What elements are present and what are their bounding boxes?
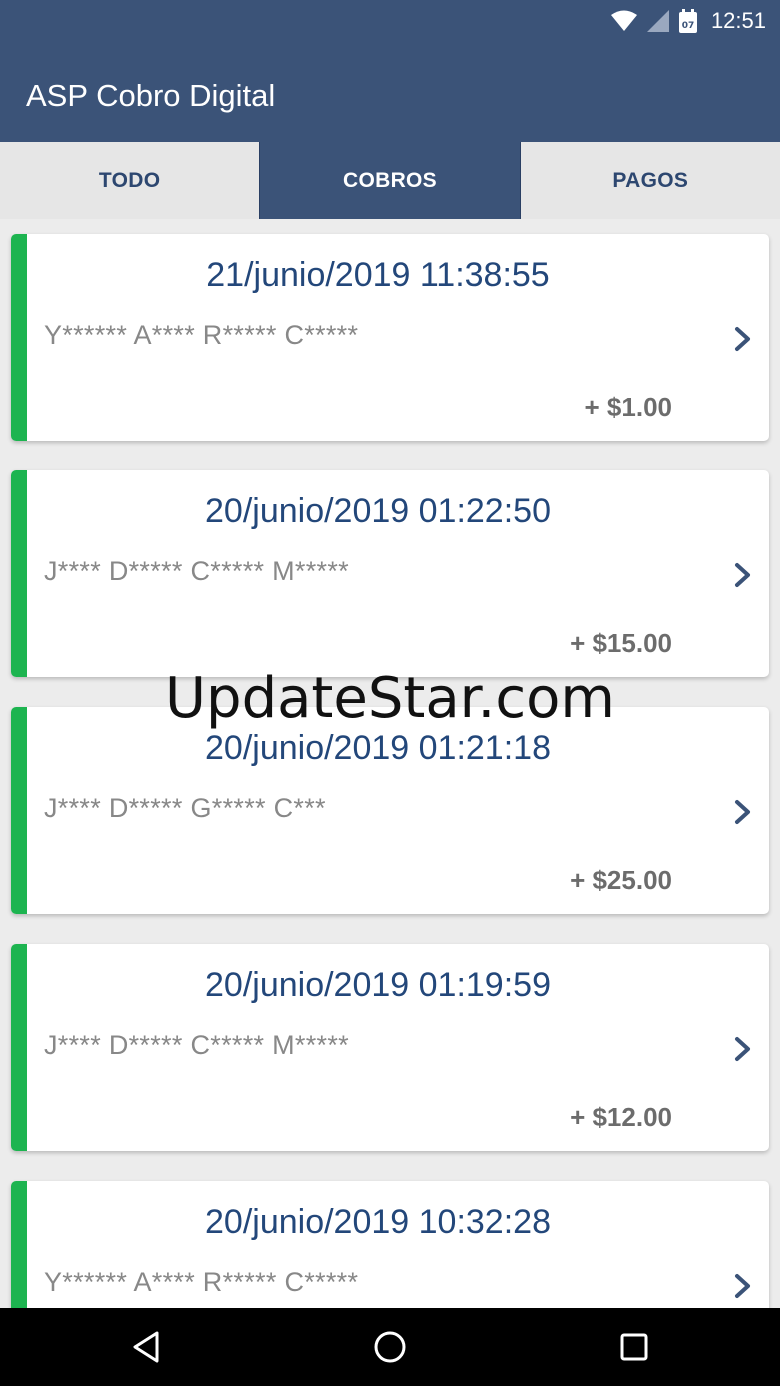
transaction-date: 21/junio/2019 11:38:55 [206, 256, 550, 294]
recents-button[interactable] [614, 1327, 654, 1367]
transaction-date: 20/junio/2019 10:32:28 [205, 1203, 551, 1241]
status-icons: 07 12:51 [610, 6, 766, 36]
status-bar: 07 12:51 [0, 0, 780, 42]
status-time: 12:51 [710, 8, 766, 33]
watermark: UpdateStar.com [165, 666, 615, 731]
transaction-date: 20/junio/2019 01:22:50 [205, 492, 551, 530]
chevron-right-icon[interactable] [731, 1032, 755, 1066]
calendar-day: 07 [682, 21, 695, 31]
back-icon [133, 1331, 159, 1363]
chevron-right-icon[interactable] [731, 795, 755, 829]
chevron-right-icon[interactable] [731, 322, 755, 356]
chevron-right-icon[interactable] [731, 1269, 755, 1303]
status-accent [11, 707, 27, 914]
tab-pagos-label: PAGOS [612, 168, 689, 192]
transaction-amount: + $25.00 [570, 865, 672, 895]
calendar-icon: 07 [678, 9, 697, 33]
transaction-name: Y****** A**** R***** C***** [44, 320, 359, 350]
tab-todo-label: TODO [98, 168, 161, 192]
signal-icon [646, 10, 669, 32]
transaction-amount: + $12.00 [570, 1102, 672, 1132]
tab-cobros-label: COBROS [343, 168, 437, 192]
app-title: ASP Cobro Digital [26, 78, 276, 113]
tab-cobros[interactable]: COBROS [259, 142, 521, 219]
transaction-card[interactable]: 20/junio/2019 01:22:50 J**** D***** C***… [11, 470, 769, 677]
app-bar: 07 12:51 ASP Cobro Digital [0, 0, 780, 142]
tab-todo[interactable]: TODO [0, 142, 259, 219]
transaction-card[interactable]: 21/junio/2019 11:38:55 Y****** A**** R**… [11, 234, 769, 441]
home-icon [374, 1331, 406, 1363]
transaction-name: Y****** A**** R***** C***** [44, 1267, 359, 1297]
transaction-card[interactable]: 20/junio/2019 01:21:18 J**** D***** G***… [11, 707, 769, 914]
transaction-date: 20/junio/2019 01:21:18 [205, 729, 551, 767]
tab-bar: TODO COBROS PAGOS [0, 142, 780, 219]
wifi-icon [610, 10, 637, 31]
navigation-bar [0, 1308, 780, 1386]
transaction-amount: + $15.00 [570, 628, 672, 658]
back-button[interactable] [126, 1327, 166, 1367]
transaction-date: 20/junio/2019 01:19:59 [205, 966, 551, 1004]
transaction-card[interactable]: 20/junio/2019 01:19:59 J**** D***** C***… [11, 944, 769, 1151]
status-accent [11, 470, 27, 677]
chevron-right-icon[interactable] [731, 558, 755, 592]
recents-icon [620, 1333, 648, 1361]
status-accent [11, 234, 27, 441]
status-accent [11, 944, 27, 1151]
transaction-amount: + $1.00 [584, 392, 672, 422]
tab-pagos[interactable]: PAGOS [521, 142, 780, 219]
status-accent [11, 1181, 27, 1309]
transaction-name: J**** D***** C***** M***** [44, 556, 349, 586]
transaction-card[interactable]: 20/junio/2019 10:32:28 Y****** A**** R**… [11, 1181, 769, 1309]
transaction-name: J**** D***** C***** M***** [44, 1030, 349, 1060]
home-button[interactable] [370, 1327, 410, 1367]
transaction-name: J**** D***** G***** C*** [44, 793, 326, 823]
transaction-list[interactable]: 21/junio/2019 11:38:55 Y****** A**** R**… [0, 219, 780, 1309]
